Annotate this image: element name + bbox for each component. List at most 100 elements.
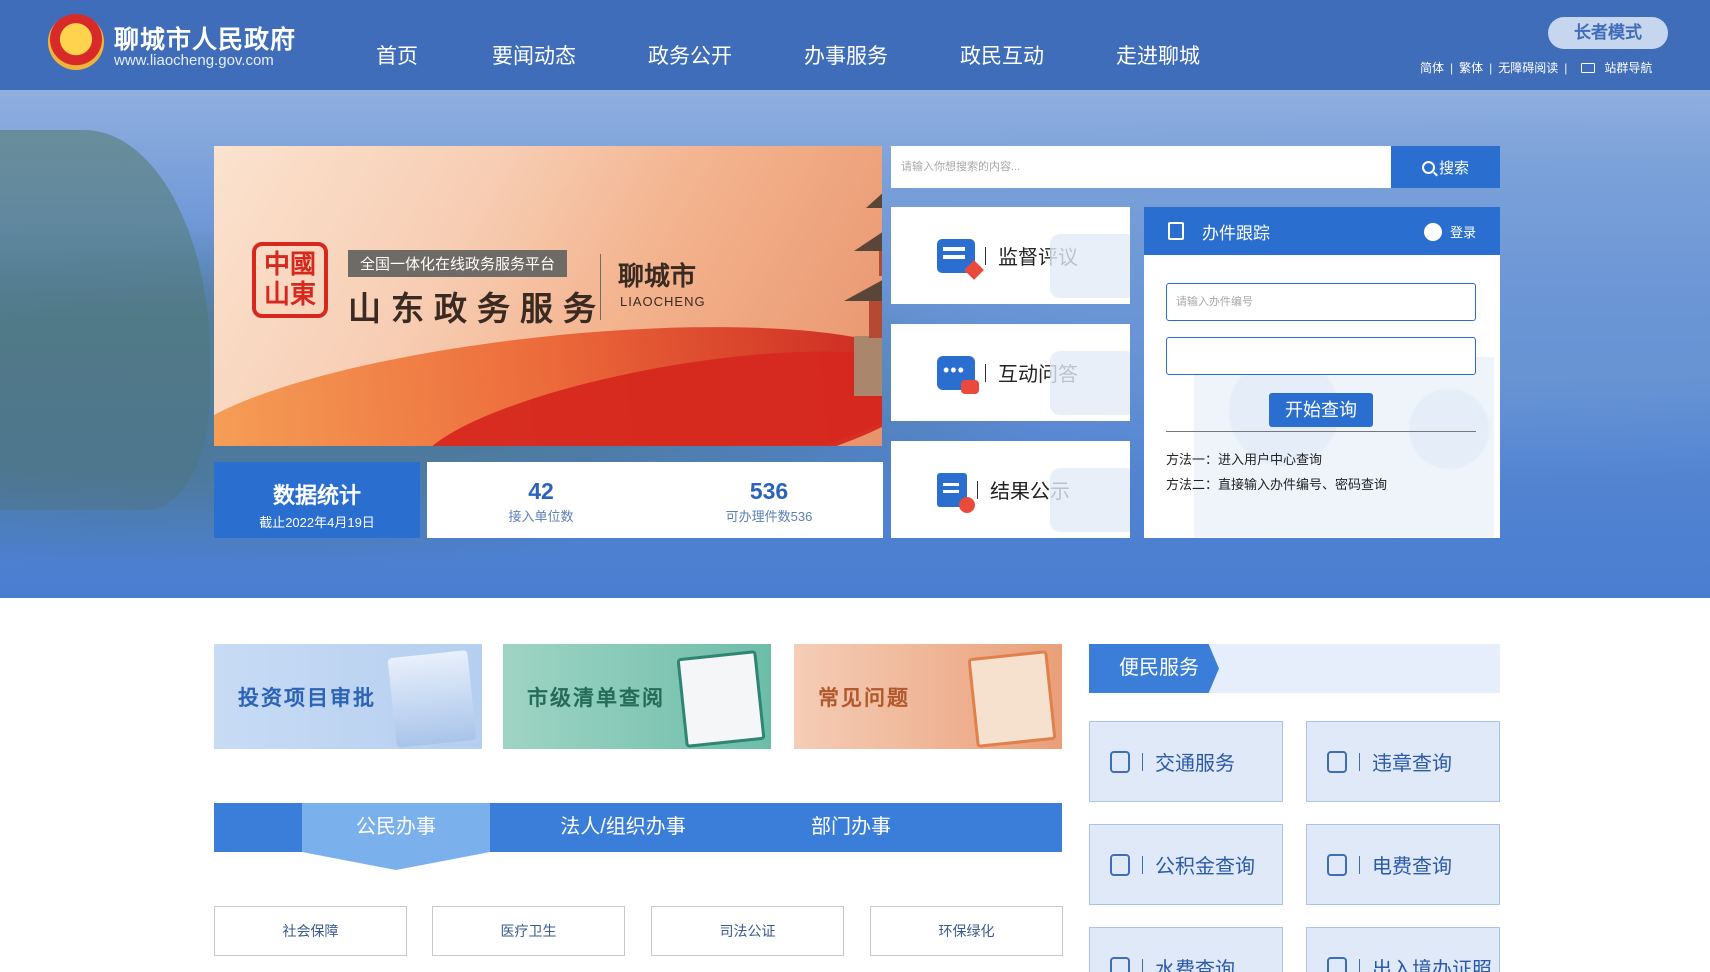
top-header: 聊城市人民政府 www.liaocheng.gov.com 首页 要闻动态 政务… bbox=[0, 0, 1710, 90]
result-publicity-tile[interactable]: 结果公示 bbox=[891, 441, 1130, 538]
water-icon bbox=[1110, 956, 1130, 972]
banner-city-pinyin: LIAOCHENG bbox=[620, 294, 706, 309]
divider bbox=[1142, 958, 1143, 972]
passport-icon bbox=[1327, 956, 1347, 972]
site-url[interactable]: www.liaocheng.gov.com bbox=[114, 52, 274, 69]
tab-organization-services[interactable]: 法人/组织办事 bbox=[490, 803, 756, 852]
banner-title: 山东政务服务 bbox=[348, 290, 606, 327]
separator: | bbox=[1450, 60, 1454, 75]
button-label: 电费查询 bbox=[1372, 856, 1452, 878]
case-tracking-panel: 办件跟踪 登录 开始查询 方法一：进入用户中心查询 方法二：直接输入办件编号、密… bbox=[1144, 207, 1500, 538]
subtab-judicial-notary[interactable]: 司法公证 bbox=[651, 906, 844, 956]
subtab-environment-greening[interactable]: 环保绿化 bbox=[870, 906, 1063, 956]
nav-government-affairs[interactable]: 政务公开 bbox=[612, 40, 768, 70]
nav-about-liaocheng[interactable]: 走进聊城 bbox=[1080, 40, 1236, 70]
qa-bubble-icon bbox=[937, 355, 979, 394]
login-label: 登录 bbox=[1449, 225, 1476, 240]
clipboard-magnifier-illustration bbox=[676, 650, 766, 748]
divider bbox=[977, 480, 978, 499]
housing-fund-query-button[interactable]: 公积金查询 bbox=[1089, 824, 1283, 905]
divider bbox=[1359, 958, 1360, 972]
stats-date: 截止2022年4月19日 bbox=[259, 515, 375, 530]
case-number-input[interactable] bbox=[1166, 283, 1476, 321]
electric-bill-icon bbox=[1327, 853, 1347, 876]
separator: | bbox=[1564, 60, 1568, 75]
traditional-link[interactable]: 繁体 bbox=[1459, 59, 1483, 76]
method-two-text: 方法二：直接输入办件编号、密码查询 bbox=[1166, 477, 1388, 492]
sitemap-link[interactable]: 站群导航 bbox=[1604, 59, 1652, 76]
interactive-qa-tile[interactable]: 互动问答 bbox=[891, 324, 1130, 421]
button-label: 水费查询 bbox=[1155, 959, 1235, 972]
card-title: 市级清单查阅 bbox=[527, 684, 665, 710]
city-list-lookup-card[interactable]: 市级清单查阅 bbox=[503, 644, 771, 749]
button-label: 违章查询 bbox=[1372, 753, 1452, 775]
search-button[interactable]: 搜索 bbox=[1391, 146, 1500, 188]
decorative-illustration bbox=[1194, 357, 1494, 537]
decorative-background bbox=[1050, 234, 1130, 298]
coins-icon bbox=[1110, 853, 1130, 876]
button-label: 公积金查询 bbox=[1155, 856, 1255, 878]
tab-department-services[interactable]: 部门办事 bbox=[756, 803, 946, 852]
banner-divider bbox=[600, 254, 601, 320]
accessible-reading-link[interactable]: 无障碍阅读 bbox=[1498, 59, 1558, 76]
guangyue-tower-illustration bbox=[844, 193, 882, 396]
button-label: 出入境办证照 bbox=[1372, 959, 1492, 972]
divider bbox=[1359, 855, 1360, 874]
folder-illustration bbox=[967, 650, 1057, 748]
login-link[interactable]: 登录 bbox=[1423, 222, 1476, 241]
case-password-input[interactable] bbox=[1166, 337, 1476, 375]
divider bbox=[985, 246, 986, 265]
faq-card[interactable]: 常见问题 bbox=[794, 644, 1062, 749]
card-title: 常见问题 bbox=[818, 684, 910, 710]
shandong-service-banner[interactable]: 中國 山東 全国一体化在线政务服务平台 山东政务服务 聊城市 LIAOCHENG bbox=[214, 146, 882, 446]
tab-citizen-services[interactable]: 公民办事 bbox=[302, 803, 490, 852]
button-label: 交通服务 bbox=[1155, 753, 1235, 775]
stat-items: 536 可办理件数536 bbox=[655, 462, 883, 538]
decorative-background bbox=[1050, 468, 1130, 532]
investment-approval-card[interactable]: 投资项目审批 bbox=[214, 644, 482, 749]
divider bbox=[1142, 855, 1143, 874]
decorative-background bbox=[1050, 351, 1130, 415]
banner-city: 聊城市 bbox=[618, 261, 697, 291]
start-query-button[interactable]: 开始查询 bbox=[1269, 393, 1373, 427]
search-input[interactable] bbox=[891, 146, 1391, 188]
elder-mode-button[interactable]: 长者模式 bbox=[1548, 17, 1668, 49]
china-shandong-seal: 中國 山東 bbox=[252, 242, 328, 318]
tracking-title: 办件跟踪 bbox=[1202, 223, 1270, 243]
convenience-services-title: 便民服务 bbox=[1089, 644, 1219, 693]
traffic-service-button[interactable]: 交通服务 bbox=[1089, 721, 1283, 802]
car-icon bbox=[1327, 750, 1347, 773]
search-icon bbox=[1421, 160, 1435, 174]
subtab-medical-health[interactable]: 医疗卫生 bbox=[432, 906, 625, 956]
nav-services[interactable]: 办事服务 bbox=[768, 40, 924, 70]
stat-units: 42 接入单位数 bbox=[427, 462, 655, 538]
stats-title: 数据统计 bbox=[272, 483, 361, 508]
supervision-chat-icon bbox=[937, 238, 975, 273]
subtab-social-security[interactable]: 社会保障 bbox=[214, 906, 407, 956]
electricity-query-button[interactable]: 电费查询 bbox=[1306, 824, 1500, 905]
exit-entry-permit-button[interactable]: 出入境办证照 bbox=[1306, 927, 1500, 972]
divider bbox=[1359, 752, 1360, 771]
tracking-header: 办件跟踪 登录 bbox=[1144, 207, 1500, 255]
clipboard-check-icon bbox=[937, 472, 975, 513]
divider bbox=[1142, 752, 1143, 771]
method-one-text: 方法一：进入用户中心查询 bbox=[1166, 452, 1323, 467]
separator: | bbox=[1489, 60, 1493, 75]
nav-news[interactable]: 要闻动态 bbox=[456, 40, 612, 70]
utility-links: 简体 | 繁体 | 无障碍阅读 | 站群导航 bbox=[1420, 59, 1652, 76]
stat-label: 接入单位数 bbox=[508, 509, 574, 524]
main-nav: 首页 要闻动态 政务公开 办事服务 政民互动 走进聊城 bbox=[340, 40, 1236, 70]
service-tabs: 公民办事 法人/组织办事 部门办事 bbox=[214, 803, 1062, 852]
nav-home[interactable]: 首页 bbox=[340, 40, 456, 70]
site-title[interactable]: 聊城市人民政府 bbox=[114, 20, 296, 56]
document-search-icon bbox=[1168, 222, 1184, 240]
convenience-services-header: 便民服务 bbox=[1089, 644, 1500, 693]
national-emblem-logo[interactable] bbox=[48, 14, 104, 70]
supervision-review-tile[interactable]: 监督评议 bbox=[891, 207, 1130, 304]
water-query-button[interactable]: 水费查询 bbox=[1089, 927, 1283, 972]
violation-query-button[interactable]: 违章查询 bbox=[1306, 721, 1500, 802]
simplified-link[interactable]: 简体 bbox=[1420, 59, 1444, 76]
divider bbox=[985, 363, 986, 382]
stat-value: 42 bbox=[528, 478, 554, 504]
nav-interaction[interactable]: 政民互动 bbox=[924, 40, 1080, 70]
